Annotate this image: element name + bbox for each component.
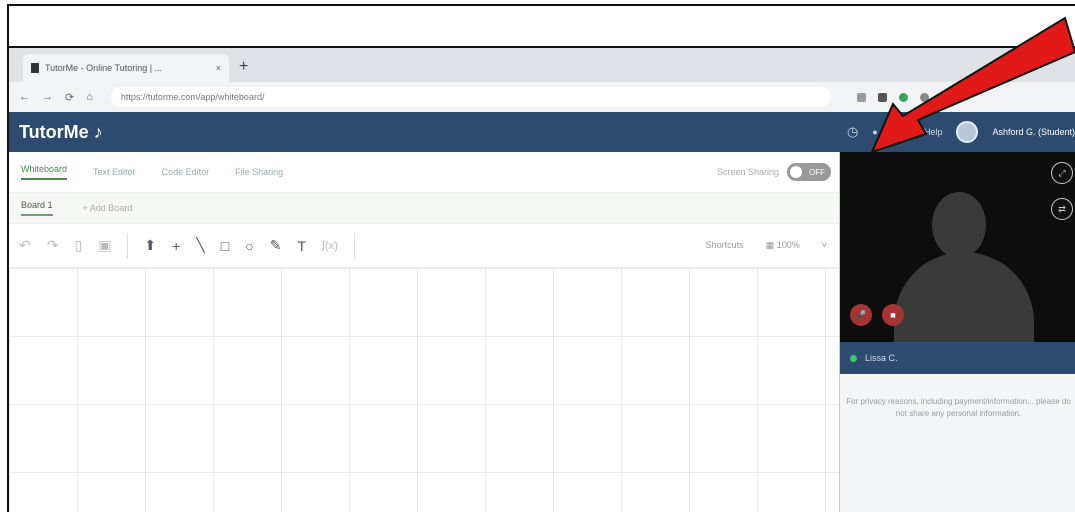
extension-icon[interactable] [877,92,887,102]
user-name[interactable]: Ashford G. (Student) [992,127,1075,137]
extension-icon[interactable] [898,92,908,102]
redo-icon[interactable]: ↷ [47,237,59,254]
select-tool-icon[interactable]: ⬆ [144,237,156,254]
rectangle-tool-icon[interactable]: □ [221,238,229,254]
home-button[interactable]: ⌂ [86,91,93,103]
back-button[interactable]: ← [19,91,30,103]
whiteboard-canvas[interactable] [9,268,839,512]
expand-video-icon[interactable]: ⤢ [1051,162,1073,184]
whiteboard-toolbar: ↶ ↷ ▯ ▣ ⬆ + ╲ □ ○ ✎ T ∫(x) Shortcuts ▦ 1… [9,224,839,268]
new-tab-button[interactable]: + [239,58,248,76]
privacy-notice: For privacy reasons, including payment/i… [846,397,1071,418]
star-icon[interactable] [856,92,866,102]
online-status-icon [850,354,857,362]
help-button[interactable]: ❓ Help [910,127,942,138]
avatar[interactable] [956,121,979,143]
tab-code-editor[interactable]: Code Editor [162,167,210,177]
app-header: TutorMe ♪ ◷ ● End ❓ Help Ashford G. (Stu… [9,112,1075,152]
board-tabs: Board 1 + Add Board [9,192,839,224]
copy-icon[interactable]: ▣ [98,237,111,254]
extension-icons [856,92,950,102]
delete-icon[interactable]: ▯ [74,237,82,254]
favicon-icon [31,63,39,73]
extension-icon[interactable] [919,92,929,102]
browser-window: TutorMe - Online Tutoring | ... × + ← → … [7,46,1075,512]
url-input[interactable]: https://tutorme.com/app/whiteboard/ [110,87,831,107]
pen-tool-icon[interactable]: ✎ [270,237,282,254]
add-board-button[interactable]: + Add Board [83,203,133,213]
extension-icon[interactable] [940,92,950,102]
video-feed: ⤢ ⇄ 🎤 ■ [840,152,1075,342]
reload-button[interactable]: ⟳ [65,91,74,104]
circle-tool-icon[interactable]: ○ [245,238,253,254]
user-silhouette-head [932,192,986,258]
board-tab[interactable]: Board 1 [21,200,53,216]
timer-icon[interactable]: ◷ [847,124,858,140]
toolbar-right: Shortcuts ▦ 100% ˅ [706,240,827,251]
screen-sharing: Screen Sharing OFF [717,163,831,181]
screen-sharing-label: Screen Sharing [716,167,779,177]
tab-title: TutorMe - Online Tutoring | ... [45,63,163,73]
video-panel: ⤢ ⇄ 🎤 ■ Lissa C. For privacy reasons, in… [839,152,1075,512]
close-tab-icon[interactable]: × [216,63,221,73]
toolbar-divider [353,232,355,259]
microphone-button[interactable]: 🎤 [850,304,872,326]
collapse-toolbar-icon[interactable]: ˅ [822,240,827,251]
forward-button[interactable]: → [42,91,53,103]
text-tool-icon[interactable]: T [297,238,306,254]
tutor-name-bar: Lissa C. [840,342,1075,374]
window-frame-top [7,4,1075,50]
end-session-button[interactable]: ● End [872,127,896,137]
address-bar: ← → ⟳ ⌂ https://tutorme.com/app/whiteboa… [9,82,1075,112]
tab-whiteboard[interactable]: Whiteboard [21,164,68,180]
header-actions: ◷ ● End ❓ Help Ashford G. (Student) [847,121,1075,143]
shortcuts-button[interactable]: Shortcuts [706,240,744,251]
tutor-name: Lissa C. [865,353,898,363]
camera-button[interactable]: ■ [882,304,904,326]
toolbar-divider [127,232,129,259]
tab-bar: TutorMe - Online Tutoring | ... × + [9,48,1075,82]
pan-tool-icon[interactable]: + [172,238,180,254]
browser-tab[interactable]: TutorMe - Online Tutoring | ... × [23,54,229,82]
zoom-select[interactable]: ▦ 100% [766,240,800,251]
line-tool-icon[interactable]: ╲ [196,237,204,254]
workspace-tabs: Whiteboard Text Editor Code Editor File … [9,152,839,192]
tab-text-editor[interactable]: Text Editor [93,167,136,177]
user-silhouette-icon [894,252,1034,342]
equation-tool-icon[interactable]: ∫(x) [322,240,338,252]
switch-camera-icon[interactable]: ⇄ [1051,198,1073,220]
tab-file-sharing[interactable]: File Sharing [235,167,283,177]
screen-sharing-toggle[interactable]: OFF [787,163,831,181]
tutorme-logo: TutorMe ♪ [19,121,103,142]
workspace: Whiteboard Text Editor Code Editor File … [9,152,839,512]
undo-icon[interactable]: ↶ [19,237,31,254]
